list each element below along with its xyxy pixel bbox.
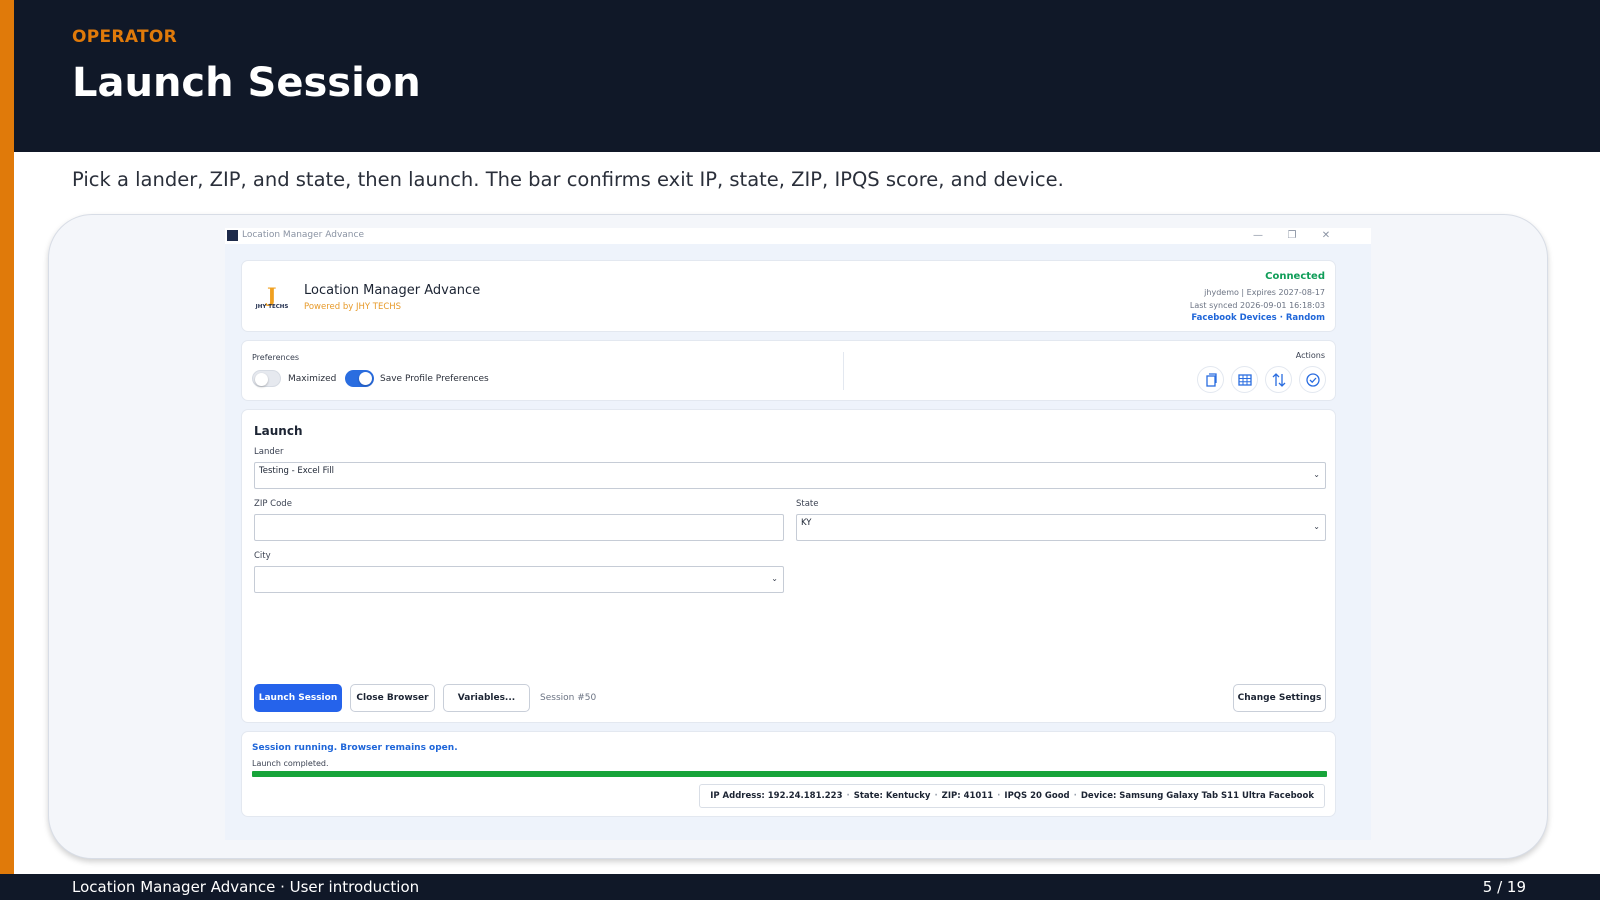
- zip-input[interactable]: [254, 514, 784, 541]
- separator: ·: [846, 791, 850, 801]
- lander-label: Lander: [254, 447, 284, 457]
- last-synced: Last synced 2026-09-01 16:18:03: [1189, 301, 1325, 310]
- session-info-bar: IP Address: 192.24.181.223 · State: Kentuc…: [699, 784, 1325, 808]
- close-window-button[interactable]: ✕: [1311, 228, 1341, 244]
- state-value: KY: [801, 518, 812, 528]
- check-circle-icon: [1306, 373, 1320, 387]
- preferences-label: Preferences: [252, 353, 300, 362]
- preferences-card: Preferences Maximized Save Profile Prefe…: [241, 340, 1336, 401]
- copy-icon: [1206, 373, 1217, 387]
- launch-card: Launch Lander Testing - Excel Fill ⌄ ZIP…: [241, 409, 1336, 723]
- launch-message: Launch completed.: [252, 759, 329, 768]
- sort-arrows-icon: [1272, 373, 1286, 387]
- copy-button[interactable]: [1197, 366, 1224, 393]
- grid-icon: [1238, 374, 1252, 386]
- ip-address: IP Address: 192.24.181.223: [710, 791, 843, 801]
- separator: ·: [1073, 791, 1077, 801]
- app-header-card: J JHY TECHS Location Manager Advance Pow…: [241, 260, 1336, 332]
- progress-fill: [252, 771, 1327, 777]
- brand-logo: J JHY TECHS: [255, 283, 289, 313]
- validate-button[interactable]: [1299, 366, 1326, 393]
- chevron-down-icon: ⌄: [1313, 470, 1320, 479]
- slide-title: Launch Session: [72, 60, 421, 106]
- accent-bar: [0, 0, 14, 900]
- grid-button[interactable]: [1231, 366, 1258, 393]
- launch-session-button[interactable]: Launch Session: [254, 684, 342, 712]
- close-browser-button[interactable]: Close Browser: [350, 684, 435, 712]
- device-info: Device: Samsung Galaxy Tab S11 Ultra Fac…: [1080, 791, 1314, 801]
- city-label: City: [254, 551, 271, 561]
- session-running-status: Session running. Browser remains open.: [252, 743, 458, 753]
- slide-footer: Location Manager Advance · User introduc…: [0, 874, 1600, 900]
- save-profile-toggle[interactable]: [345, 370, 374, 387]
- state-label: State: [796, 499, 819, 509]
- zip-info: ZIP: 41011: [941, 791, 994, 801]
- restore-button[interactable]: ❐: [1277, 228, 1307, 244]
- launch-title: Launch: [254, 424, 303, 438]
- state-select[interactable]: KY ⌄: [796, 514, 1326, 541]
- ipqs-score: IPQS 20 Good: [1004, 791, 1070, 801]
- window-title: Location Manager Advance: [242, 230, 364, 240]
- state-info: State: Kentucky: [853, 791, 931, 801]
- progress-bar: [252, 771, 1327, 777]
- separator: ·: [997, 791, 1001, 801]
- device-links[interactable]: Facebook Devices · Random: [1191, 313, 1325, 323]
- variables-button[interactable]: Variables...: [443, 684, 530, 712]
- logo-text: JHY TECHS: [255, 304, 289, 310]
- page-number: 5 / 19: [1482, 878, 1526, 896]
- section-label: OPERATOR: [72, 27, 177, 47]
- app-window: Location Manager Advance — ❐ ✕ J JHY TEC…: [225, 228, 1371, 840]
- chevron-down-icon: ⌄: [1313, 522, 1320, 531]
- separator: ·: [934, 791, 938, 801]
- powered-by: Powered by JHY TECHS: [304, 302, 402, 312]
- divider: [843, 352, 844, 390]
- session-id: Session #50: [540, 693, 597, 703]
- connection-status: Connected: [1265, 271, 1325, 282]
- actions-label: Actions: [1295, 351, 1325, 360]
- toggle-knob: [359, 372, 372, 385]
- footer-title: Location Manager Advance · User introduc…: [72, 878, 420, 896]
- toggle-knob: [255, 373, 268, 386]
- lander-value: Testing - Excel Fill: [259, 466, 334, 476]
- change-settings-button[interactable]: Change Settings: [1233, 684, 1326, 712]
- lander-select[interactable]: Testing - Excel Fill ⌄: [254, 462, 1326, 489]
- app-name: Location Manager Advance: [304, 283, 481, 298]
- zip-label: ZIP Code: [254, 499, 292, 509]
- app-icon: [227, 230, 238, 241]
- chevron-down-icon: ⌄: [771, 574, 778, 583]
- maximized-label: Maximized: [288, 374, 337, 384]
- slide-subtitle: Pick a lander, ZIP, and state, then laun…: [72, 168, 1064, 191]
- sort-button[interactable]: [1265, 366, 1292, 393]
- save-profile-label: Save Profile Preferences: [380, 374, 489, 384]
- city-select[interactable]: ⌄: [254, 566, 784, 593]
- status-card: Session running. Browser remains open. L…: [241, 731, 1336, 817]
- account-info: jhydemo | Expires 2027-08-17: [1204, 288, 1325, 297]
- maximized-toggle[interactable]: [252, 370, 281, 387]
- minimize-button[interactable]: —: [1243, 228, 1273, 244]
- window-titlebar: Location Manager Advance — ❐ ✕: [225, 228, 1371, 244]
